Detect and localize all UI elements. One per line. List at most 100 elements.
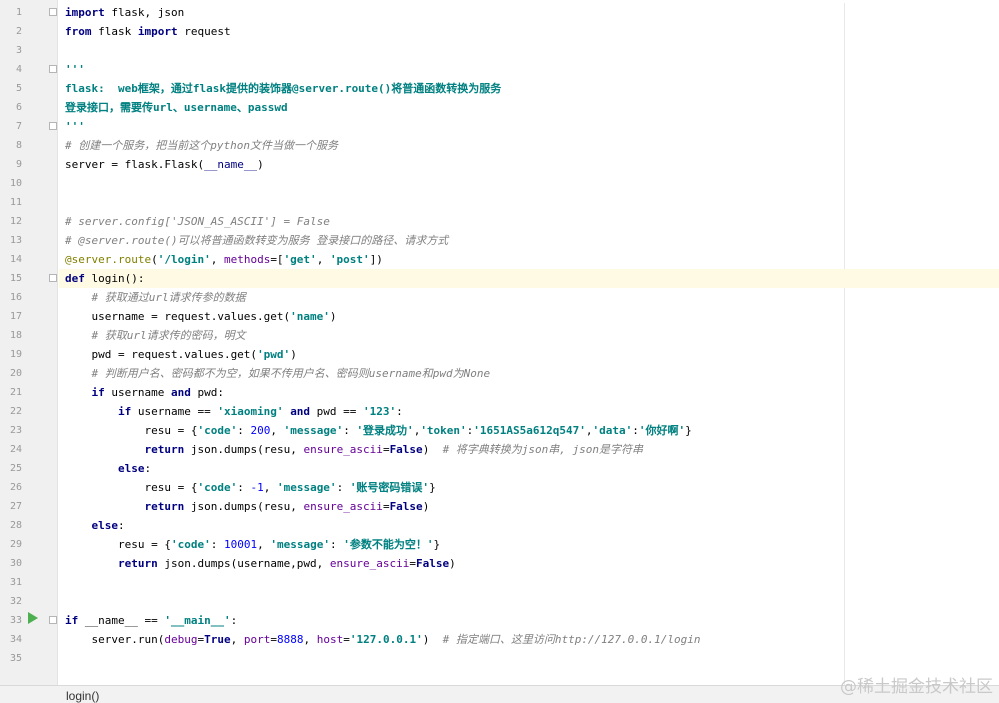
code-token: } — [433, 538, 441, 551]
code-line[interactable]: username = request.values.get('name') — [59, 307, 999, 326]
code-token: : — [237, 481, 251, 494]
code-token: 'data' — [592, 424, 633, 437]
fold-marker-icon[interactable] — [49, 616, 57, 624]
code-line[interactable]: ''' — [59, 60, 999, 79]
code-line[interactable]: return json.dumps(username,pwd, ensure_a… — [59, 554, 999, 573]
code-line[interactable]: resu = {'code': 10001, 'message': '参数不能为… — [59, 535, 999, 554]
code-line[interactable]: return json.dumps(resu, ensure_ascii=Fal… — [59, 497, 999, 516]
code-line[interactable]: # 获取通过url请求传参的数据 — [59, 288, 999, 307]
code-line[interactable]: server = flask.Flask(__name__) — [59, 155, 999, 174]
code-token: , — [257, 538, 271, 551]
code-token: -1 — [250, 481, 264, 494]
code-line[interactable]: else: — [59, 459, 999, 478]
breadcrumb[interactable]: login() — [66, 689, 99, 703]
fold-marker-icon[interactable] — [49, 65, 57, 73]
code-line[interactable]: if username and pwd: — [59, 383, 999, 402]
code-token: False — [389, 443, 423, 456]
code-token: return — [117, 557, 158, 570]
fold-marker-icon[interactable] — [49, 8, 57, 16]
code-line[interactable]: @server.route('/login', methods=['get', … — [59, 250, 999, 269]
code-line[interactable]: else: — [59, 516, 999, 535]
code-line[interactable]: 登录接口，需要传url、username、passwd — [59, 98, 999, 117]
code-line[interactable]: import flask, json — [59, 3, 999, 22]
code-line[interactable] — [59, 41, 999, 60]
line-number: 18 — [9, 330, 22, 341]
code-line[interactable]: pwd = request.values.get('pwd') — [59, 345, 999, 364]
code-token: 'code' — [197, 481, 238, 494]
line-number: 28 — [9, 520, 22, 531]
fold-slot — [48, 193, 58, 212]
code-token: else — [117, 462, 145, 475]
fold-slot — [48, 554, 58, 573]
code-token: host — [316, 633, 344, 646]
code-token: =[ — [270, 253, 284, 266]
code-token: flask — [91, 25, 138, 38]
code-token: : — [230, 614, 238, 627]
line-number: 23 — [9, 425, 22, 436]
code-token: : — [144, 462, 152, 475]
code-line[interactable]: # 判断用户名、密码都不为空，如果不传用户名、密码则username和pwd为N… — [59, 364, 999, 383]
code-line[interactable]: from flask import request — [59, 22, 999, 41]
code-line[interactable]: if __name__ == '__main__': — [59, 611, 999, 630]
code-token: , — [263, 481, 277, 494]
code-token: True — [204, 633, 231, 646]
code-token: 'get' — [283, 253, 317, 266]
code-line[interactable] — [59, 649, 999, 668]
line-number: 12 — [9, 216, 22, 227]
code-token: # 创建一个服务，把当前这个python文件当做一个服务 — [65, 139, 338, 152]
code-line[interactable] — [59, 193, 999, 212]
fold-slot — [48, 3, 58, 22]
fold-slot — [48, 649, 58, 668]
code-token: 'message' — [270, 538, 330, 551]
code-line[interactable]: # 获取url请求传的密码，明文 — [59, 326, 999, 345]
code-line[interactable] — [59, 573, 999, 592]
code-line[interactable] — [59, 592, 999, 611]
code-token: 8888 — [276, 633, 304, 646]
code-editor[interactable]: import flask, json from flask import requ… — [59, 3, 999, 688]
fold-slot — [48, 269, 58, 288]
code-token: server = flask.Flask( — [65, 158, 205, 171]
code-token: if — [65, 614, 79, 627]
fold-slot — [48, 288, 58, 307]
code-line[interactable]: # @server.route()可以将普通函数转变为服务 登录接口的路径、请求… — [59, 231, 999, 250]
code-token: : — [237, 424, 251, 437]
code-token: username — [104, 386, 171, 399]
code-line[interactable] — [59, 174, 999, 193]
code-line[interactable]: def login(): — [59, 269, 999, 288]
code-line[interactable]: # server.config['JSON_AS_ASCII'] = False — [59, 212, 999, 231]
code-token: ( — [151, 253, 158, 266]
fold-marker-icon[interactable] — [49, 122, 57, 130]
code-line[interactable]: server.run(debug=True, port=8888, host='… — [59, 630, 999, 649]
run-icon[interactable] — [28, 612, 38, 624]
line-number: 3 — [15, 45, 22, 56]
code-token: 'pwd' — [257, 348, 291, 361]
code-token: 'name' — [290, 310, 330, 323]
code-line[interactable]: if username == 'xiaoming' and pwd == '12… — [59, 402, 999, 421]
watermark: @稀土掘金技术社区 — [840, 677, 993, 697]
fold-slot — [48, 117, 58, 136]
code-token: = — [382, 443, 390, 456]
code-token: import — [137, 25, 178, 38]
code-token: False — [389, 500, 423, 513]
fold-marker-icon[interactable] — [49, 274, 57, 282]
code-token: : — [343, 424, 357, 437]
line-number: 7 — [15, 121, 22, 132]
code-token: import — [65, 6, 105, 19]
line-number: 17 — [9, 311, 22, 322]
line-number: 14 — [9, 254, 22, 265]
fold-slot — [48, 174, 58, 193]
code-line[interactable]: flask: web框架，通过flask提供的装饰器@server.route(… — [59, 79, 999, 98]
fold-slot — [48, 516, 58, 535]
code-token: 'message' — [283, 424, 344, 437]
code-token: '参数不能为空！' — [343, 538, 434, 551]
code-line[interactable]: resu = {'code': -1, 'message': '账号密码错误'} — [59, 478, 999, 497]
code-token: username == — [131, 405, 218, 418]
code-token: return — [144, 443, 185, 456]
code-line[interactable]: resu = {'code': 200, 'message': '登录成功','… — [59, 421, 999, 440]
code-line[interactable]: return json.dumps(resu, ensure_ascii=Fal… — [59, 440, 999, 459]
code-line[interactable]: # 创建一个服务，把当前这个python文件当做一个服务 — [59, 136, 999, 155]
code-line[interactable]: ''' — [59, 117, 999, 136]
